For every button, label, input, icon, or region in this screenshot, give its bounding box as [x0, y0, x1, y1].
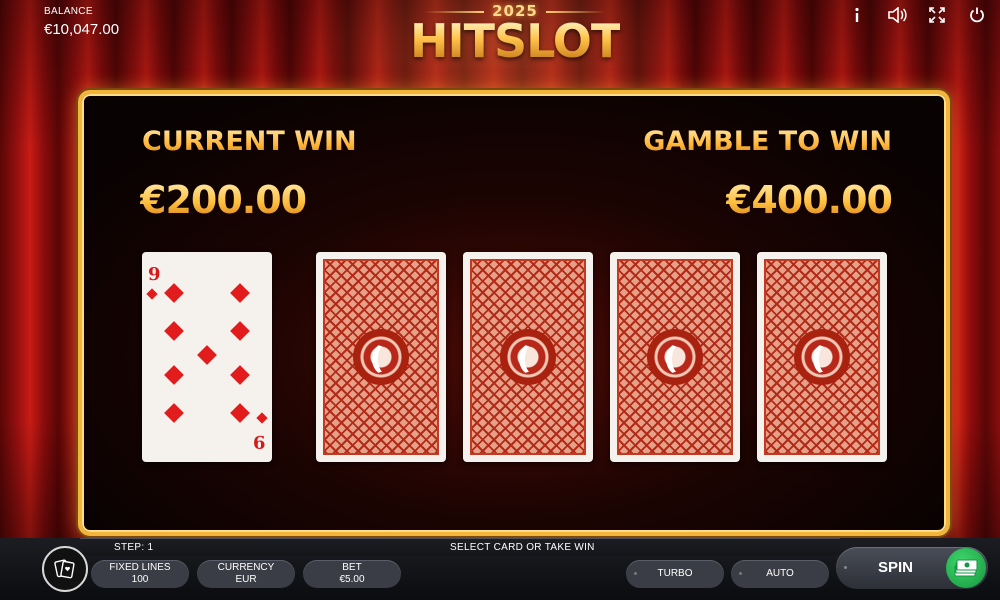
take-win-cash-icon[interactable]: [946, 548, 986, 588]
currency-display: CURRENCY EUR: [197, 560, 295, 588]
fixed-lines-label: FIXED LINES: [109, 562, 171, 573]
diamond-icon: [146, 288, 158, 300]
currency-value: EUR: [235, 574, 257, 585]
diamond-icon: [230, 365, 250, 385]
card-rank-bottom: 9: [253, 431, 266, 452]
diamond-icon: [197, 345, 217, 365]
card-back-logo-icon: [353, 329, 409, 385]
fixed-lines-display: FIXED LINES 100: [91, 560, 189, 588]
diamond-icon: [256, 412, 268, 424]
spin-label: SPIN: [878, 559, 914, 576]
card-back-logo-icon: [647, 329, 703, 385]
status-message: SELECT CARD OR TAKE WIN: [450, 542, 595, 553]
auto-label: AUTO: [766, 568, 794, 579]
gamble-cards-button[interactable]: [42, 546, 88, 592]
game-logo: 2025 HITSLOT: [410, 2, 622, 72]
current-win-label: CURRENT WIN: [142, 126, 357, 157]
face-down-card-3[interactable]: [610, 252, 740, 462]
card-back-logo-icon: [500, 329, 556, 385]
face-down-card-2[interactable]: [463, 252, 593, 462]
spin-indicator: [844, 566, 847, 569]
dealer-card: 9 9: [142, 252, 272, 462]
fixed-lines-value: 100: [131, 574, 149, 585]
step-indicator: STEP: 1: [114, 542, 154, 553]
turbo-indicator: [634, 572, 637, 575]
sound-icon[interactable]: [886, 4, 908, 26]
gamble-panel: CURRENT WIN €200.00 GAMBLE TO WIN €400.0…: [78, 90, 950, 536]
info-icon[interactable]: [846, 4, 868, 26]
diamond-icon: [230, 321, 250, 341]
cards-icon: [54, 559, 75, 579]
currency-label: CURRENCY: [217, 562, 275, 573]
balance-value: €10,047.00: [44, 21, 120, 38]
diamond-icon: [230, 283, 250, 303]
diamond-icon: [164, 403, 184, 423]
card-back-logo-icon: [794, 329, 850, 385]
balance-display: BALANCE €10,047.00: [44, 6, 119, 38]
fullscreen-icon[interactable]: [926, 4, 948, 26]
top-toolbar: [846, 4, 988, 26]
auto-button[interactable]: AUTO: [731, 560, 829, 588]
turbo-button[interactable]: TURBO: [626, 560, 724, 588]
gamble-to-win-amount: €400.00: [725, 178, 893, 222]
bet-value: €5.00: [339, 574, 365, 585]
turbo-label: TURBO: [657, 568, 693, 579]
logo-name: HITSLOT: [410, 14, 622, 68]
diamond-icon: [230, 403, 250, 423]
current-win-amount: €200.00: [140, 178, 307, 222]
spin-button[interactable]: SPIN: [836, 547, 988, 589]
bet-label: BET: [342, 562, 362, 573]
face-down-card-4[interactable]: [757, 252, 887, 462]
face-down-card-1[interactable]: [316, 252, 446, 462]
bet-selector[interactable]: BET €5.00: [303, 560, 401, 588]
gamble-to-win-label: GAMBLE TO WIN: [643, 126, 892, 157]
power-icon[interactable]: [966, 4, 988, 26]
balance-label: BALANCE: [44, 6, 93, 17]
diamond-icon: [164, 321, 184, 341]
diamond-icon: [164, 365, 184, 385]
auto-indicator: [739, 572, 742, 575]
diamond-icon: [164, 283, 184, 303]
card-rank: 9: [148, 264, 161, 285]
